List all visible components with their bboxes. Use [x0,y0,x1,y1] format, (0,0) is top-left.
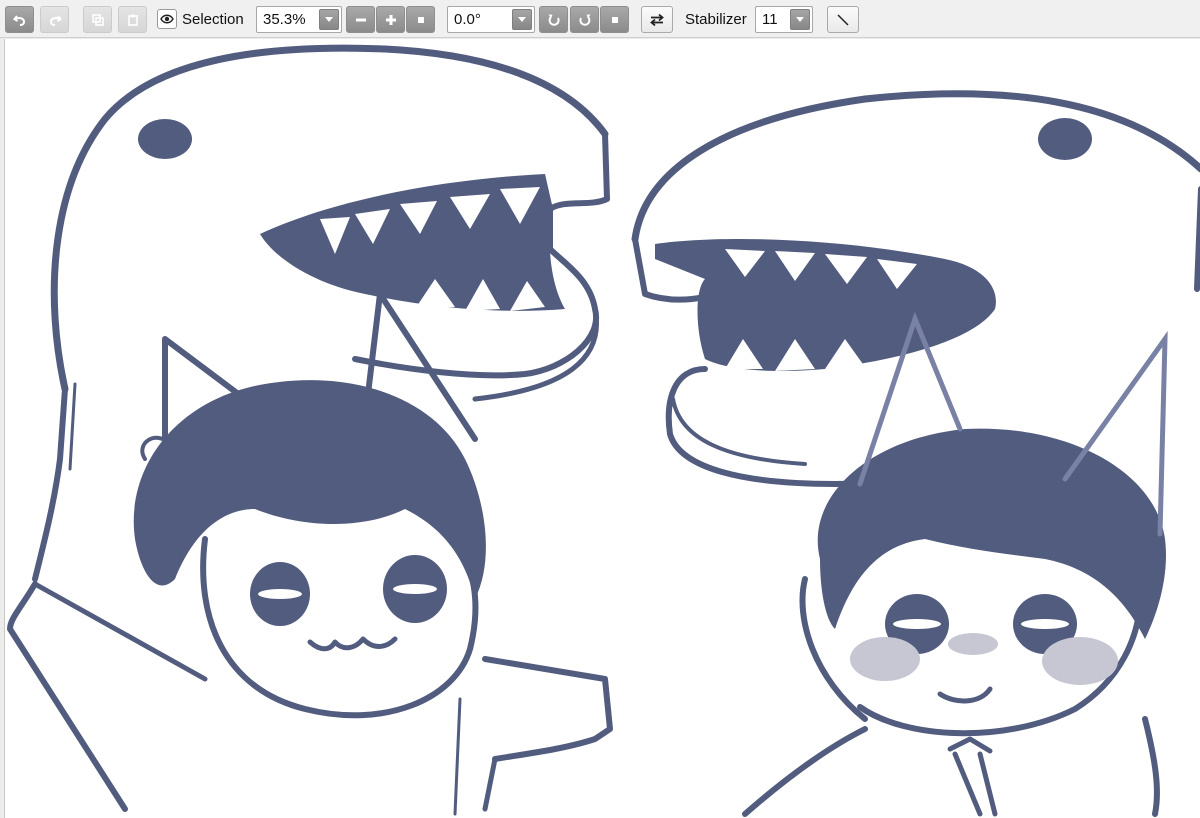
pen-tool-button[interactable] [827,6,859,33]
copy-button[interactable] [83,6,112,33]
redo-button[interactable] [40,6,69,33]
sketch-artwork [7,44,1200,817]
chevron-down-icon [518,17,526,22]
paste-icon [127,14,138,26]
undo-icon [12,14,25,26]
pen-line-icon [837,13,849,26]
rotate-reset-button[interactable] [600,6,629,33]
toolbar: Selection 35.3% 0.0° Stabilizer 11 [0,0,1200,38]
stabilizer-label: Stabilizer [685,11,747,28]
square-icon [417,16,424,23]
zoom-combo[interactable]: 35.3% [256,6,342,33]
stabilizer-value: 11 [762,11,778,28]
blush-right-cheek [1042,637,1118,685]
right-dino-eye [1038,118,1092,160]
selection-visibility-toggle[interactable] [157,9,177,29]
eye-icon [160,14,174,24]
paste-button[interactable] [118,6,147,33]
right-dino-mouth [655,239,996,371]
redo-icon [49,14,62,26]
plus-icon [385,14,396,25]
rotate-left-button[interactable] [539,6,568,33]
flip-arrows-icon [650,13,664,26]
copy-icon [91,13,104,26]
rotate-left-icon [548,14,560,26]
zoom-out-button[interactable] [346,6,375,33]
blush-nose [948,633,998,655]
zoom-value: 35.3% [263,11,306,28]
chevron-down-icon [325,17,333,22]
rotate-right-icon [578,14,590,26]
rotate-right-button[interactable] [570,6,599,33]
drawing-canvas[interactable] [4,39,1200,818]
rotation-value: 0.0° [454,11,481,28]
right-dino-outline [631,90,1200,243]
rotation-combo[interactable]: 0.0° [447,6,535,33]
stabilizer-combo[interactable]: 11 [755,6,813,33]
zoom-in-button[interactable] [376,6,405,33]
zoom-dropdown-button[interactable] [319,9,339,30]
flip-horizontal-button[interactable] [641,6,673,33]
square-icon [611,16,618,23]
blush-left-cheek [850,637,920,681]
left-dino-eye [138,119,192,159]
undo-button[interactable] [5,6,34,33]
stabilizer-dropdown-button[interactable] [790,9,810,30]
rotation-dropdown-button[interactable] [512,9,532,30]
zoom-reset-button[interactable] [406,6,435,33]
minus-icon [355,18,366,21]
selection-label: Selection [182,11,244,28]
chevron-down-icon [796,17,804,22]
